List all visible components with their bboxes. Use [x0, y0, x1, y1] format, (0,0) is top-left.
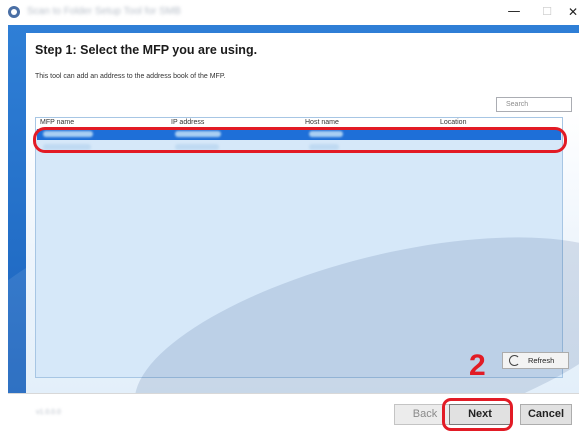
wizard-content-area: Step 1: Select the MFP you are using. Th… [8, 25, 579, 393]
refresh-label: Refresh [528, 356, 555, 365]
close-button[interactable]: ✕ [559, 0, 587, 25]
column-header-ip-address[interactable]: IP address [171, 119, 204, 126]
step-number-callout: 2 [469, 349, 486, 382]
mfp-list[interactable]: MFP name IP address Host name Location [35, 117, 563, 378]
column-header-host-name[interactable]: Host name [305, 119, 339, 126]
step-description: This tool can add an address to the addr… [35, 73, 226, 80]
selected-row-highlight-oval [33, 127, 567, 153]
window-title: Scan to Folder Setup Tool for SMB [27, 6, 181, 17]
footer-divider [8, 393, 579, 394]
refresh-button[interactable]: Refresh [502, 352, 569, 369]
cancel-button[interactable]: Cancel [520, 404, 572, 425]
step-title: Step 1: Select the MFP you are using. [35, 43, 258, 57]
setup-tool-window: Scan to Folder Setup Tool for SMB — ☐ ✕ … [0, 0, 587, 432]
minimize-button[interactable]: — [500, 0, 528, 25]
step-panel: Step 1: Select the MFP you are using. Th… [26, 33, 579, 393]
maximize-button[interactable]: ☐ [533, 0, 561, 25]
column-header-mfp-name[interactable]: MFP name [40, 119, 74, 126]
title-bar: Scan to Folder Setup Tool for SMB — ☐ ✕ [0, 0, 587, 25]
refresh-icon [509, 355, 520, 366]
version-text: v1.0.0.0 [36, 409, 61, 416]
column-header-location[interactable]: Location [440, 119, 466, 126]
next-button-highlight-oval [442, 398, 513, 431]
search-input[interactable]: Search [496, 97, 572, 112]
app-icon [8, 6, 20, 18]
